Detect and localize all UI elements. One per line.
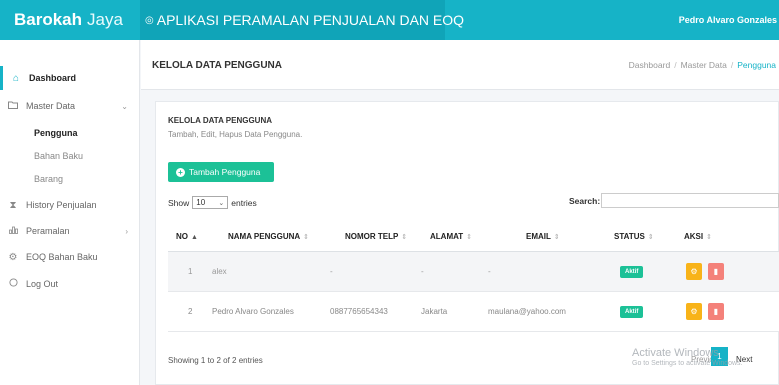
bar-chart-icon — [0, 225, 26, 237]
table-info: Showing 1 to 2 of 2 entries — [168, 356, 263, 365]
entries-label: entries — [231, 197, 257, 208]
sidebar-item-peramalan[interactable]: Peramalan › — [0, 220, 140, 242]
sort-icon: ⇕ — [401, 234, 408, 241]
sort-icon: ⇕ — [706, 234, 712, 241]
entries-select-value: 10 — [196, 198, 206, 207]
breadcrumb-separator: / — [730, 60, 734, 70]
col-header-status[interactable]: STATUS ⇕ — [614, 232, 654, 241]
table-header-row: NO ▲ NAMA PENGGUNA ⇕ NOMOR TELP ⇕ ALAMAT ⇕ E… — [168, 222, 779, 252]
breadcrumb-current: Pengguna — [737, 60, 776, 70]
col-header-alamat[interactable]: ALAMAT ⇕ — [430, 232, 472, 241]
status-badge: Aktif — [620, 305, 644, 318]
edit-icon: ⚙ — [690, 267, 698, 276]
sidebar-subitem-bahan-baku[interactable]: Bahan Baku — [34, 151, 83, 161]
app-title-bar: ◎ APLIKASI PERAMALAN PENJUALAN DAN EOQ — [140, 0, 464, 40]
chevron-right-icon: › — [125, 226, 128, 236]
breadcrumb-master-data[interactable]: Master Data — [681, 60, 727, 70]
sort-icon: ⇕ — [553, 234, 560, 241]
col-header-aksi[interactable]: AKSI ⇕ — [684, 232, 712, 241]
search-label: Search: — [569, 196, 601, 206]
brand-name-thin: Jaya — [87, 10, 123, 29]
add-user-button[interactable]: + Tambah Pengguna — [168, 162, 274, 182]
cell-alamat: Jakarta — [421, 307, 448, 316]
gear-icon: ⚙ — [8, 251, 18, 263]
table-row: 1 alex - - - Aktif ⚙ ▮ — [168, 252, 779, 292]
users-card: KELOLA DATA PENGGUNA Tambah, Edit, Hapus… — [155, 101, 779, 385]
target-icon: ◎ — [145, 14, 154, 26]
col-header-no[interactable]: NO ▲ — [176, 232, 198, 241]
page-title: KELOLA DATA PENGGUNA — [152, 60, 282, 71]
user-name: Pedro Alvaro Gonzales — [678, 15, 777, 25]
chevron-down-icon: ⌄ — [218, 199, 225, 207]
cell-telp: - — [330, 267, 333, 276]
edit-icon: ⚙ — [690, 307, 698, 316]
trash-icon: ▮ — [713, 307, 719, 316]
sidebar-subitem-pengguna[interactable]: Pengguna — [34, 128, 78, 138]
home-icon: ⌂ — [12, 72, 20, 84]
card-subtitle: Tambah, Edit, Hapus Data Pengguna. — [168, 130, 303, 139]
breadcrumb: Dashboard / Master Data / Pengguna — [629, 60, 776, 70]
col-header-email[interactable]: EMAIL ⇕ — [526, 232, 560, 241]
edit-button[interactable]: ⚙ — [686, 303, 702, 320]
sort-icon: ⇕ — [303, 234, 310, 241]
cell-email: maulana@yahoo.com — [488, 307, 566, 316]
delete-button[interactable]: ▮ — [708, 263, 724, 280]
trash-icon: ▮ — [713, 267, 719, 276]
col-header-telp[interactable]: NOMOR TELP ⇕ — [345, 232, 407, 241]
add-user-label: Tambah Pengguna — [189, 167, 261, 177]
cell-email: - — [488, 267, 491, 276]
app-title: APLIKASI PERAMALAN PENJUALAN DAN EOQ — [156, 12, 465, 28]
entries-length-control: Show 10 ⌄ entries — [168, 196, 257, 209]
sidebar-item-label: Log Out — [26, 279, 59, 289]
cell-telp: 0887765654343 — [330, 307, 388, 316]
pagination-next[interactable]: Next — [736, 355, 752, 364]
sidebar-item-eoq-bahan-baku[interactable]: ⚙ EOQ Bahan Baku — [0, 246, 140, 268]
card-title: KELOLA DATA PENGGUNA — [168, 116, 272, 125]
hourglass-icon: ⧗ — [9, 199, 17, 211]
sort-asc-icon: ▲ — [191, 234, 198, 241]
sidebar-item-label: EOQ Bahan Baku — [26, 252, 98, 262]
sidebar-item-history-penjualan[interactable]: ⧗ History Penjualan — [0, 194, 140, 216]
entries-select[interactable]: 10 ⌄ — [192, 196, 229, 209]
edit-button[interactable]: ⚙ — [686, 263, 702, 280]
table-row: 2 Pedro Alvaro Gonzales 0887765654343 Ja… — [168, 292, 779, 332]
brand-logo[interactable]: Barokah Jaya — [0, 0, 140, 40]
sidebar: ⌂ Dashboard Master Data ⌄ Pengguna Bahan… — [0, 40, 140, 385]
plus-circle-icon: + — [176, 167, 185, 177]
sidebar-item-label: Master Data — [26, 101, 76, 111]
sort-icon: ⇕ — [466, 234, 473, 241]
user-menu[interactable]: Pedro Alvaro Gonzales — [679, 0, 779, 40]
cell-no: 1 — [188, 267, 193, 276]
sidebar-item-log-out[interactable]: Log Out — [0, 273, 140, 295]
delete-button[interactable]: ▮ — [708, 303, 724, 320]
cell-no: 2 — [188, 307, 193, 316]
show-label: Show — [168, 197, 190, 208]
sidebar-item-dashboard[interactable]: ⌂ Dashboard — [0, 66, 140, 90]
status-badge: Aktif — [620, 265, 644, 278]
sidebar-item-label: Peramalan — [26, 226, 70, 236]
folder-icon — [0, 101, 26, 112]
col-header-nama[interactable]: NAMA PENGGUNA ⇕ — [228, 232, 309, 241]
cell-alamat: - — [421, 267, 424, 276]
brand-name-bold: Barokah — [14, 10, 83, 29]
top-navbar: Barokah Jaya ◎ APLIKASI PERAMALAN PENJUA… — [0, 0, 779, 40]
pagination-page-1[interactable]: 1 — [711, 347, 728, 366]
chevron-down-icon: ⌄ — [121, 101, 128, 111]
sidebar-item-label: History Penjualan — [26, 200, 97, 210]
sort-icon: ⇕ — [647, 234, 654, 241]
cell-nama: alex — [212, 267, 227, 276]
page-header: KELOLA DATA PENGGUNA Dashboard / Master Da… — [141, 40, 779, 90]
cell-nama: Pedro Alvaro Gonzales — [212, 307, 294, 316]
power-icon — [0, 278, 26, 290]
search-input[interactable] — [601, 193, 779, 208]
sidebar-subitem-barang[interactable]: Barang — [34, 174, 63, 184]
breadcrumb-dashboard[interactable]: Dashboard — [629, 60, 671, 70]
sidebar-item-label: Dashboard — [29, 73, 77, 83]
breadcrumb-separator: / — [674, 60, 677, 70]
sidebar-item-master-data[interactable]: Master Data ⌄ — [0, 95, 140, 117]
